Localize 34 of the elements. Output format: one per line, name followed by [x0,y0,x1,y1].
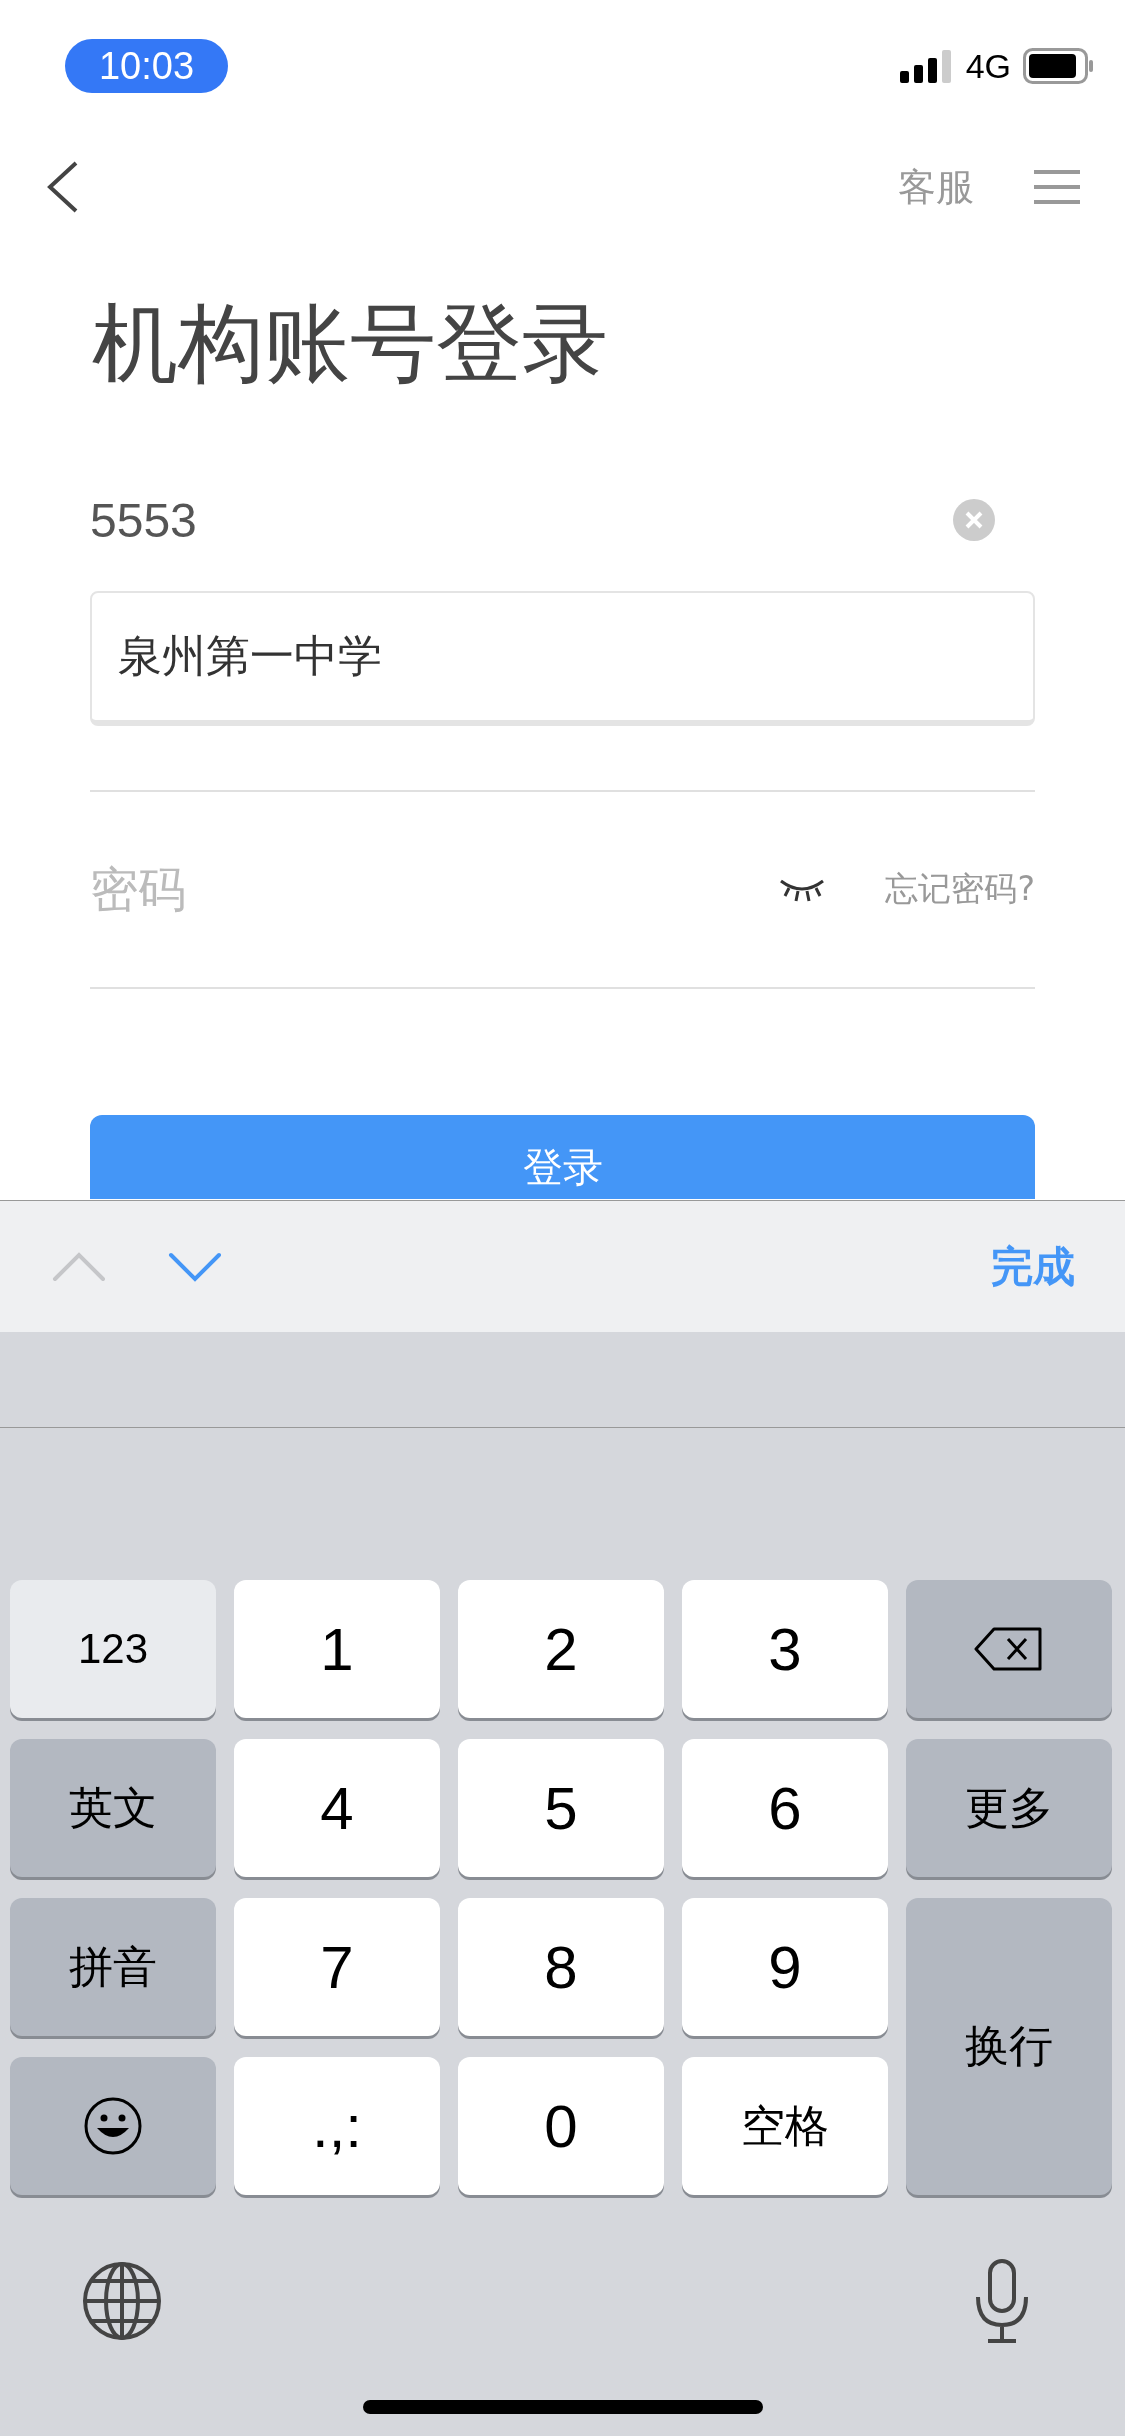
keyboard-key[interactable]: .,: [234,2057,440,2195]
battery-icon [1023,48,1095,84]
keyboard-key[interactable]: 4 [234,1739,440,1877]
keyboard-key[interactable]: 2 [458,1580,664,1718]
keyboard-key[interactable]: 6 [682,1739,888,1877]
page-title: 机构账号登录 [92,292,609,395]
signal-icon [899,49,954,83]
down-chevron-icon[interactable] [168,1251,222,1282]
menu-icon[interactable] [1034,170,1080,204]
keyboard-key[interactable]: 更多 [906,1739,1112,1877]
return-key[interactable]: 换行 [906,1898,1112,2195]
suggestion-item[interactable]: 泉州第一中学 [90,591,1035,727]
keyboard-key[interactable]: 1 [234,1580,440,1718]
backspace-icon [974,1627,1044,1671]
emoji-key[interactable] [10,2057,216,2195]
password-field[interactable]: 密码 [90,862,780,918]
backspace-key[interactable] [906,1580,1112,1718]
keyboard-key[interactable]: 7 [234,1898,440,2036]
space-key[interactable]: 空格 [682,2057,888,2195]
keyboard-key[interactable]: 8 [458,1898,664,2036]
mode-key[interactable]: 123 [10,1580,216,1718]
keyboard-key[interactable]: 拼音 [10,1898,216,2036]
status-time: 10:03 [65,39,228,93]
globe-icon[interactable] [82,2260,162,2341]
keyboard-key[interactable]: 英文 [10,1739,216,1877]
network-label: 4G [965,46,1011,86]
microphone-icon[interactable] [974,2258,1030,2343]
account-field[interactable]: 5553 [90,492,390,548]
keyboard-key[interactable]: 9 [682,1898,888,2036]
smiley-icon [83,2096,143,2156]
keyboard-key[interactable]: 5 [458,1739,664,1877]
keyboard-key[interactable]: 3 [682,1580,888,1718]
keyboard-key[interactable]: 0 [458,2057,664,2195]
back-icon[interactable] [45,160,79,214]
